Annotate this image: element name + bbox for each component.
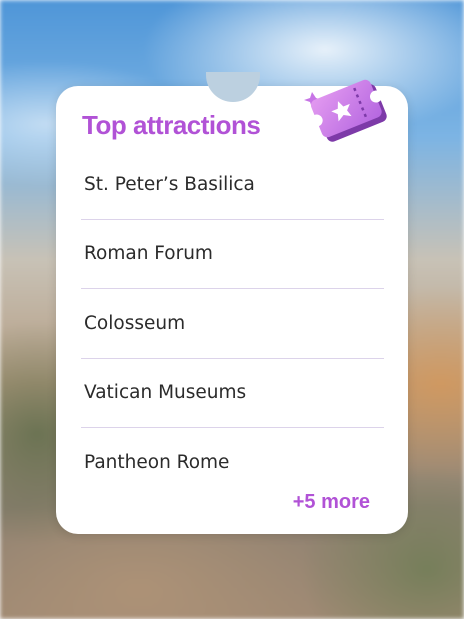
list-item[interactable]: St. Peter’s Basilica [81,150,384,220]
attractions-list: St. Peter’s Basilica Roman Forum Colosse… [81,150,384,498]
show-more-link[interactable]: +5 more [293,491,370,514]
list-item-label: St. Peter’s Basilica [84,173,255,195]
card-title: Top attractions [82,110,261,140]
list-item[interactable]: Vatican Museums [81,359,384,428]
list-item-label: Pantheon Rome [84,452,230,474]
list-item[interactable]: Colosseum [81,289,384,359]
list-item[interactable]: Pantheon Rome [81,428,384,498]
list-item[interactable]: Roman Forum [81,220,384,289]
list-item-label: Vatican Museums [84,382,247,404]
ticket-icon [304,79,387,142]
list-item-label: Colosseum [84,312,186,334]
list-item-label: Roman Forum [84,243,213,265]
